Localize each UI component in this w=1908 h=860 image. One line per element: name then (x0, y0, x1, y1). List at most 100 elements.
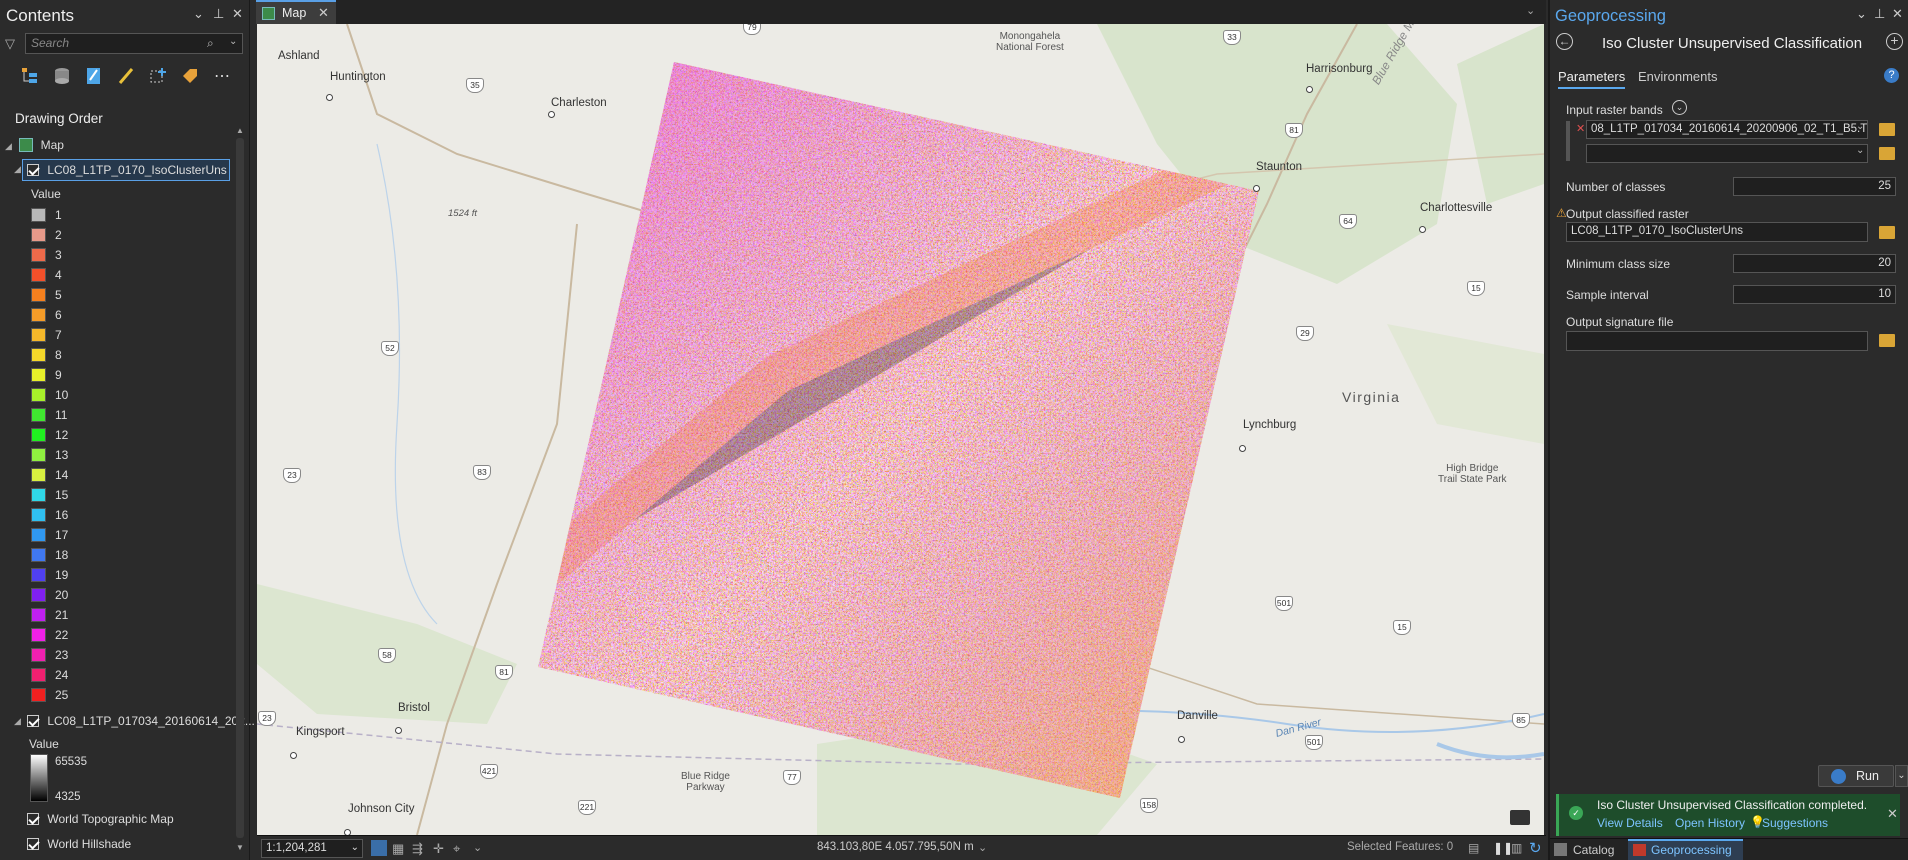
tab-list-chevron-icon[interactable]: ⌄ (1526, 4, 1535, 17)
remove-icon[interactable]: ✕ (1576, 122, 1585, 135)
layer-row-landsat[interactable]: LC08_L1TP_017034_20160614_202... (27, 714, 255, 728)
search-icon[interactable]: ⌕ (207, 36, 214, 51)
output-raster-field[interactable]: LC08_L1TP_0170_IsoClusterUns (1566, 222, 1868, 242)
legend-swatch[interactable] (31, 428, 46, 442)
snapping-icon[interactable]: ⇶ (412, 841, 423, 857)
legend-swatch[interactable] (31, 528, 46, 542)
legend-swatch[interactable] (31, 668, 46, 682)
filter-icon[interactable]: ▽ (5, 36, 15, 52)
view-details-link[interactable]: View Details (1597, 816, 1663, 830)
tab-geoprocessing[interactable]: Geoprocessing (1628, 839, 1743, 860)
draw-icon[interactable]: ▥ (1511, 841, 1522, 855)
close-tab-icon[interactable]: ✕ (318, 5, 329, 21)
legend-swatch[interactable] (31, 288, 46, 302)
layer-row-hillshade[interactable]: World Hillshade (27, 837, 131, 851)
list-by-labeling-icon[interactable] (180, 66, 200, 86)
browse-folder-icon[interactable] (1879, 226, 1895, 239)
browse-folder-icon[interactable] (1879, 123, 1895, 136)
legend-swatch[interactable] (31, 368, 46, 382)
scale-selector[interactable]: 1:1,204,281 ⌄ (261, 839, 363, 858)
search-dropdown-chevron-icon[interactable]: ⌄ (229, 36, 237, 47)
tab-environments[interactable]: Environments (1638, 69, 1717, 84)
chevron-down-icon[interactable]: ⌄ (473, 841, 482, 854)
chevron-down-icon[interactable]: ⌄ (1856, 145, 1864, 156)
input-raster-empty-field[interactable] (1586, 144, 1868, 163)
pane-menu-chevron-icon[interactable]: ⌄ (193, 6, 204, 22)
tab-parameters[interactable]: Parameters (1558, 69, 1626, 89)
run-button[interactable]: Run (1818, 765, 1894, 787)
fixed-scale-icon[interactable] (371, 840, 387, 856)
legend-swatch[interactable] (31, 488, 46, 502)
close-icon[interactable]: ✕ (1887, 806, 1898, 822)
legend-swatch[interactable] (31, 208, 46, 222)
more-options-icon[interactable]: ⋯ (214, 66, 234, 86)
browse-folder-icon[interactable] (1879, 147, 1895, 160)
layer-row-topographic[interactable]: World Topographic Map (27, 812, 174, 826)
pin-icon[interactable]: ⊥ (1874, 6, 1885, 22)
run-options-chevron-icon[interactable]: ⌄ (1895, 765, 1908, 787)
legend-swatch[interactable] (31, 648, 46, 662)
output-signature-field[interactable] (1566, 331, 1868, 351)
close-icon[interactable]: ✕ (1892, 6, 1903, 22)
collapse-icon[interactable]: ◢ (14, 716, 21, 727)
minimum-class-size-input[interactable]: 20 (1733, 254, 1896, 273)
tab-map[interactable]: Map ✕ (256, 0, 336, 24)
scroll-down-icon[interactable]: ▼ (236, 843, 244, 852)
contents-scrollbar[interactable] (236, 138, 244, 838)
collapse-icon[interactable]: ◢ (5, 141, 12, 151)
legend-swatch[interactable] (31, 548, 46, 562)
drag-handle[interactable] (1566, 121, 1570, 161)
legend-swatch[interactable] (31, 268, 46, 282)
visibility-checkbox[interactable] (27, 813, 39, 825)
help-icon[interactable]: ? (1884, 68, 1899, 83)
legend-swatch[interactable] (31, 388, 46, 402)
add-icon[interactable]: + (1886, 33, 1903, 50)
grid-icon[interactable]: ▦ (392, 841, 404, 857)
list-by-editing-icon[interactable] (116, 66, 136, 86)
close-icon[interactable]: ✕ (232, 6, 243, 22)
list-by-selection-icon[interactable] (84, 66, 104, 86)
list-by-source-icon[interactable] (52, 66, 72, 86)
table-icon[interactable]: ▤ (1468, 841, 1479, 855)
scroll-up-icon[interactable]: ▲ (236, 126, 244, 135)
browse-folder-icon[interactable] (1879, 334, 1895, 347)
suggestions-link[interactable]: Suggestions (1762, 816, 1828, 830)
legend-swatch[interactable] (31, 308, 46, 322)
legend-swatch[interactable] (31, 228, 46, 242)
legend-swatch[interactable] (31, 508, 46, 522)
map-view-options-icon[interactable] (1510, 810, 1530, 825)
visibility-checkbox[interactable] (27, 715, 39, 727)
open-history-link[interactable]: Open History (1675, 816, 1745, 830)
number-of-classes-input[interactable]: 25 (1733, 177, 1896, 196)
map-view[interactable]: Ashland Huntington Charleston Monongahela N… (257, 24, 1544, 835)
pane-menu-chevron-icon[interactable]: ⌄ (1856, 6, 1867, 22)
sample-interval-input[interactable]: 10 (1733, 285, 1896, 304)
back-icon[interactable]: ← (1556, 33, 1573, 50)
constraints-icon[interactable]: ✛ (433, 841, 444, 857)
pin-icon[interactable]: ⊥ (213, 6, 224, 22)
legend-swatch[interactable] (31, 688, 46, 702)
tab-catalog[interactable]: Catalog (1573, 843, 1614, 857)
legend-swatch[interactable] (31, 448, 46, 462)
legend-swatch[interactable] (31, 248, 46, 262)
correction-icon[interactable]: ⌖ (453, 841, 460, 857)
list-by-drawing-order-icon[interactable] (20, 66, 40, 86)
tree-item-map[interactable]: ◢ Map (5, 138, 64, 152)
legend-swatch[interactable] (31, 468, 46, 482)
legend-swatch[interactable] (31, 588, 46, 602)
layer-row-isocluster[interactable]: LC08_L1TP_0170_IsoClusterUns (27, 163, 227, 177)
refresh-icon[interactable]: ↻ (1529, 839, 1542, 857)
list-by-snapping-icon[interactable] (148, 66, 168, 86)
collapse-chevron-icon[interactable]: ⌄ (1672, 100, 1687, 115)
visibility-checkbox[interactable] (27, 838, 39, 850)
collapse-icon[interactable]: ◢ (14, 164, 21, 175)
legend-swatch[interactable] (31, 568, 46, 582)
legend-swatch[interactable] (31, 348, 46, 362)
legend-swatch[interactable] (31, 408, 46, 422)
legend-swatch[interactable] (31, 608, 46, 622)
chevron-down-icon[interactable]: ⌄ (1856, 121, 1864, 132)
coordinate-format-chevron-icon[interactable]: ⌄ (978, 841, 987, 854)
input-raster-field[interactable]: 08_L1TP_017034_20160614_20200906_02_T1_B… (1586, 120, 1868, 139)
visibility-checkbox[interactable] (27, 164, 39, 176)
legend-swatch[interactable] (31, 628, 46, 642)
